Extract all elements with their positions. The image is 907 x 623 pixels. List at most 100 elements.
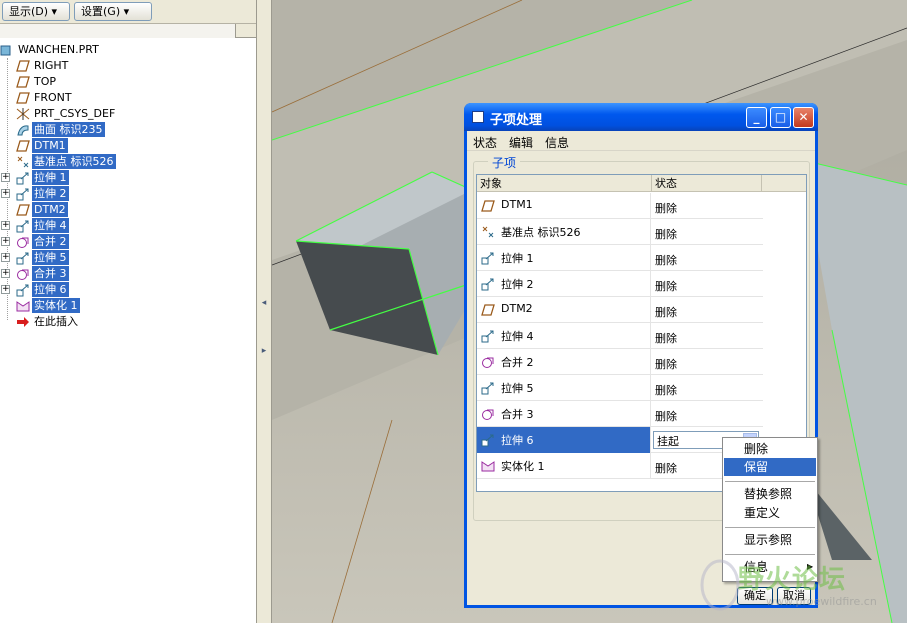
settings-menu-button[interactable]: 设置(G) ▾: [74, 2, 152, 21]
object-cell[interactable]: 拉伸 5: [477, 375, 651, 401]
popup-item-show-ref[interactable]: 显示参照: [724, 531, 816, 549]
object-cell[interactable]: 拉伸 4: [477, 323, 651, 349]
object-cell[interactable]: DTM1: [477, 193, 651, 219]
menu-info[interactable]: 信息: [545, 134, 569, 151]
object-cell[interactable]: 拉伸 2: [477, 271, 651, 297]
object-cell[interactable]: 拉伸 6: [477, 427, 651, 453]
status-cell[interactable]: 删除: [652, 219, 762, 245]
object-name: DTM2: [501, 302, 533, 315]
dialog-title-bar[interactable]: 子项处理 _ □ ✕: [464, 103, 818, 131]
table-row[interactable]: 拉伸 1 删除: [477, 245, 763, 271]
datum-plane-icon: [16, 60, 30, 72]
datum-plane-icon: [16, 204, 30, 216]
expand-node-icon[interactable]: +: [1, 285, 10, 294]
object-cell[interactable]: 实体化 1: [477, 453, 651, 479]
status-value: 删除: [655, 462, 677, 475]
extrude-icon: [481, 278, 494, 291]
tree-item-label: TOP: [34, 75, 57, 88]
menu-separator: [725, 481, 815, 482]
status-cell[interactable]: 删除: [652, 271, 762, 297]
expand-node-icon[interactable]: +: [1, 253, 10, 262]
extrude-icon: [481, 330, 494, 343]
table-row[interactable]: 拉伸 2 删除: [477, 271, 763, 297]
datum-point-icon: [17, 156, 29, 168]
status-value: 删除: [655, 228, 677, 241]
close-button[interactable]: ✕: [793, 107, 814, 128]
surface-icon: [17, 125, 29, 136]
merge-icon: [17, 269, 29, 280]
status-cell[interactable]: 删除: [652, 297, 762, 323]
object-cell[interactable]: 拉伸 1: [477, 245, 651, 271]
column-header-status[interactable]: 状态: [652, 175, 762, 192]
object-cell[interactable]: 基准点 标识526: [477, 219, 651, 245]
status-cell[interactable]: 删除: [652, 323, 762, 349]
table-row[interactable]: 合并 3 删除: [477, 401, 763, 427]
popup-item-delete[interactable]: 删除: [724, 440, 816, 458]
model-tree-toolbar: 显示(D) ▾ 设置(G) ▾: [0, 0, 256, 24]
object-cell[interactable]: 合并 3: [477, 401, 651, 427]
extrude-icon: [16, 284, 29, 297]
tree-item-label: 拉伸 6: [32, 282, 69, 297]
table-row[interactable]: 拉伸 6挂起▼: [477, 427, 763, 453]
status-value: 删除: [655, 202, 677, 215]
table-row[interactable]: 拉伸 5 删除: [477, 375, 763, 401]
object-cell[interactable]: 合并 2: [477, 349, 651, 375]
table-row[interactable]: 拉伸 4 删除: [477, 323, 763, 349]
expand-right-arrow-icon[interactable]: ▸: [260, 346, 268, 366]
object-cell[interactable]: DTM2: [477, 297, 651, 323]
minimize-button[interactable]: _: [746, 107, 767, 128]
expand-node-icon[interactable]: +: [1, 173, 10, 182]
collapse-left-arrow-icon[interactable]: ◂: [260, 298, 268, 318]
menu-edit[interactable]: 编辑: [509, 134, 533, 151]
dialog-app-icon: [472, 111, 484, 123]
solidify-icon: [16, 301, 30, 312]
object-name: 拉伸 4: [501, 330, 534, 343]
status-value: 删除: [655, 306, 677, 319]
watermark: 野火论坛 www.proewildfire.cn: [696, 555, 906, 621]
table-row[interactable]: 实体化 1 删除: [477, 453, 763, 479]
expand-node-icon[interactable]: +: [1, 237, 10, 246]
tree-item-label: 合并 2: [32, 234, 69, 249]
object-name: 基准点 标识526: [501, 226, 581, 239]
expand-node-icon[interactable]: +: [1, 269, 10, 278]
status-cell[interactable]: 删除: [652, 401, 762, 427]
merge-icon: [482, 409, 494, 420]
status-cell[interactable]: 删除: [652, 349, 762, 375]
status-value: 删除: [655, 410, 677, 423]
insert-here-icon: [17, 317, 29, 327]
csys-icon: [16, 108, 30, 120]
table-row[interactable]: DTM1 删除: [477, 193, 763, 219]
status-value: 删除: [655, 254, 677, 267]
tree-item-label: 拉伸 1: [32, 170, 69, 185]
panel-splitter[interactable]: ◂ ▸: [256, 0, 272, 623]
status-value: 挂起: [657, 435, 679, 448]
status-value: 删除: [655, 384, 677, 397]
tree-item-label: RIGHT: [34, 59, 69, 72]
merge-icon: [482, 357, 494, 368]
tree-item-label: FRONT: [34, 91, 72, 104]
popup-item-redefine[interactable]: 重定义: [724, 504, 816, 522]
extrude-icon: [481, 382, 494, 395]
solidify-icon: [481, 461, 495, 472]
tree-item-label: DTM1: [32, 138, 68, 153]
object-name: 合并 3: [501, 408, 534, 421]
datum-plane-icon: [16, 140, 30, 152]
popup-item-replace-ref[interactable]: 替换参照: [724, 485, 816, 503]
maximize-button[interactable]: □: [770, 107, 791, 128]
model-tree-panel: 显示(D) ▾ 设置(G) ▾ WANCHEN.PRT RIGHT TOP FRON…: [0, 0, 256, 623]
table-row[interactable]: DTM2 删除: [477, 297, 763, 323]
object-name: DTM1: [501, 198, 533, 211]
status-cell[interactable]: 删除: [652, 245, 762, 271]
extrude-icon: [16, 220, 29, 233]
table-row[interactable]: 合并 2 删除: [477, 349, 763, 375]
expand-node-icon[interactable]: +: [1, 221, 10, 230]
expand-node-icon[interactable]: +: [1, 189, 10, 198]
status-cell[interactable]: 删除: [652, 375, 762, 401]
status-cell[interactable]: 删除: [652, 193, 762, 219]
show-menu-button[interactable]: 显示(D) ▾: [2, 2, 70, 21]
popup-item-keep[interactable]: 保留: [724, 458, 816, 476]
menu-separator: [725, 527, 815, 528]
table-row[interactable]: 基准点 标识526 删除: [477, 219, 763, 245]
menu-status[interactable]: 状态: [473, 134, 497, 151]
column-header-object[interactable]: 对象: [477, 175, 652, 192]
